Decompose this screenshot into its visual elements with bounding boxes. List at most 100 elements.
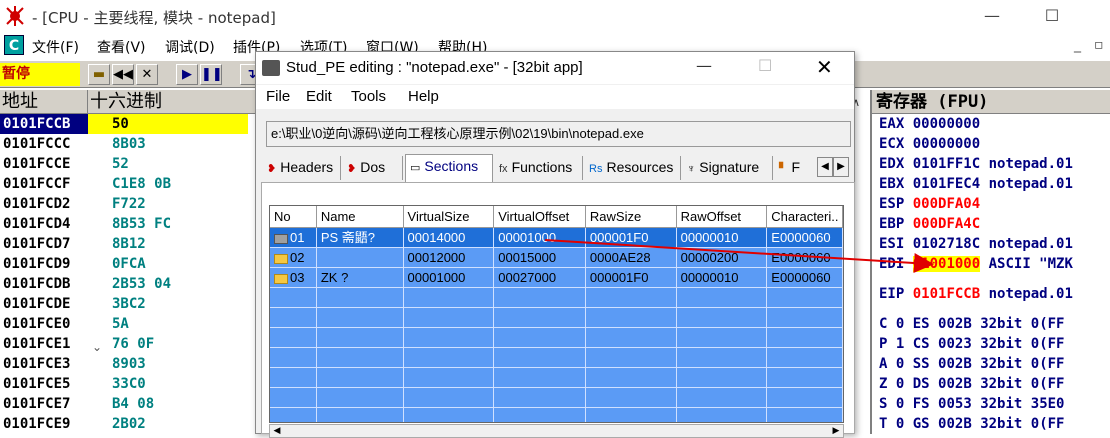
segment-flag: C 0 (879, 316, 905, 332)
register-row[interactable]: EDX 0101FF1C notepad.01 (872, 154, 1110, 174)
cpu-row[interactable]: 0101FCE9 2B02 (0, 414, 255, 434)
col-rawsize[interactable]: RawSize (586, 206, 677, 227)
open-folder-icon[interactable]: ▬ (88, 64, 110, 85)
hex-column-header[interactable]: 十六进制 (88, 90, 255, 113)
segment-seg: CS (912, 336, 930, 352)
segment-row[interactable]: S 0 FS 0053 32bit 35E0 (872, 394, 1110, 414)
olly-window-title: - [CPU - 主要线程, 模块 - notepad] (32, 9, 276, 27)
register-row[interactable]: EDI 01001000 ASCII "MZK (872, 254, 1110, 274)
folder-icon (274, 233, 288, 244)
cpu-row[interactable]: 0101FCD9 0FCA (0, 254, 255, 274)
cpu-disassembly-pane[interactable]: 地址 十六进制 0101FCCB 50 0101FCCC 8B03 0101FCCE 52… (0, 90, 255, 434)
cpu-row-address: 0101FCE1 (3, 336, 71, 352)
file-path-field[interactable]: e:\职业\0逆向\源码\逆向工程核心原理示例\02\19\bin\notepa… (266, 121, 851, 147)
tab-scroll-left-icon[interactable]: ◀ (817, 157, 833, 177)
tab-resources[interactable]: Rs Resources (585, 156, 681, 180)
close-icon[interactable]: ✕ (136, 64, 158, 85)
cpu-row[interactable]: 0101FCCB 50 (0, 114, 255, 134)
section-row[interactable]: 02 00012000 00015000 0000AE28 00000200 E00000… (270, 248, 843, 268)
studpe-close-icon[interactable]: ✕ (816, 55, 833, 79)
section-row[interactable]: 03 ZK ? 00001000 00027000 000001F0 00000010 E0… (270, 268, 843, 288)
studpe-menu-edit[interactable]: Edit (306, 88, 332, 105)
run-icon[interactable]: ▶ (176, 64, 198, 85)
col-virtualsize[interactable]: VirtualSize (404, 206, 495, 227)
tab-functions[interactable]: fx Functions (495, 156, 583, 180)
studpe-menu-tools[interactable]: Tools (351, 88, 386, 105)
col-characteristics[interactable]: Characteri.. (767, 206, 843, 227)
col-no[interactable]: No (270, 206, 317, 227)
cpu-row[interactable]: 0101FCDE 3BC2 (0, 294, 255, 314)
cpu-row[interactable]: 0101FCCF C1E8 0B (0, 174, 255, 194)
col-name[interactable]: Name (317, 206, 404, 227)
register-row[interactable]: EBP 000DFA4C (872, 214, 1110, 234)
tab-dos[interactable]: ❥ Dos (343, 156, 403, 180)
cpu-row[interactable]: 0101FCD7 8B12 (0, 234, 255, 254)
address-column-header[interactable]: 地址 (0, 90, 88, 113)
cpu-row[interactable]: 0101FCE5 33C0 (0, 374, 255, 394)
register-name: EBP (879, 216, 905, 232)
studpe-maximize-icon[interactable]: ☐ (758, 56, 772, 75)
register-row[interactable]: ECX 00000000 (872, 134, 1110, 154)
register-row[interactable]: ESI 0102718C notepad.01 (872, 234, 1110, 254)
cpu-row-address: 0101FCCB (0, 114, 88, 134)
segment-row[interactable]: Z 0 DS 002B 32bit 0(FF (872, 374, 1110, 394)
segment-row[interactable]: T 0 GS 002B 32bit 0(FF (872, 414, 1110, 434)
cpu-row[interactable]: 0101FCD4 8B53 FC (0, 214, 255, 234)
register-row[interactable]: EIP 0101FCCB notepad.01 (872, 284, 1110, 304)
cpu-row[interactable]: 0101FCE7 B4 08 (0, 394, 255, 414)
cpu-row-hex: F722 (112, 196, 146, 212)
mdi-minimize-icon[interactable]: _ (1074, 37, 1081, 53)
restart-icon[interactable]: ◀◀ (112, 64, 134, 85)
scroll-left-icon[interactable]: ◀ (270, 425, 284, 437)
studpe-menu-file[interactable]: File (266, 88, 290, 105)
register-name: EAX (879, 116, 905, 132)
cpu-row-hex: 0FCA (112, 256, 146, 272)
menu-file[interactable]: 文件(F) (32, 37, 79, 57)
tab-file[interactable]: ▘ F (775, 156, 815, 180)
section-characteristics: E0000060 (767, 248, 843, 267)
tab-scroll-right-icon[interactable]: ▶ (833, 157, 849, 177)
cpu-row[interactable]: 0101FCCC 8B03 (0, 134, 255, 154)
scroll-right-icon[interactable]: ▶ (829, 425, 843, 437)
section-rawoffset: 00000010 (677, 228, 768, 247)
segment-flag: T 0 (879, 416, 905, 432)
horizontal-scrollbar[interactable]: ◀ ▶ (269, 424, 844, 438)
tab-sections[interactable]: ▭ Sections (405, 154, 493, 182)
segment-row[interactable]: P 1 CS 0023 32bit 0(FF (872, 334, 1110, 354)
studpe-menu-help[interactable]: Help (408, 88, 439, 105)
register-row[interactable]: ESP 000DFA04 (872, 194, 1110, 214)
cpu-row-hex: 2B53 04 (112, 276, 172, 292)
menu-view[interactable]: 查看(V) (97, 37, 146, 57)
pause-icon[interactable]: ❚❚ (200, 64, 223, 85)
register-value: 00000000 (912, 136, 981, 152)
cpu-row[interactable]: 0101FCE0 5A (0, 314, 255, 334)
section-rawoffset: 00000200 (677, 248, 768, 267)
mdi-restore-icon[interactable]: ▫ (1094, 37, 1104, 53)
tab-signature[interactable]: ♆ Signature (683, 156, 773, 180)
minimize-icon[interactable]: — (982, 6, 1002, 25)
menu-debug[interactable]: 调试(D) (165, 37, 215, 57)
cpu-row-address: 0101FCD9 (3, 256, 71, 272)
cpu-row[interactable]: 0101FCCE 52 (0, 154, 255, 174)
segment-seg: ES (912, 316, 930, 332)
studpe-minimize-icon[interactable]: — (696, 56, 712, 75)
section-row[interactable]: 01 PS 斋鼯? 00014000 00001000 000001F0 00000010… (270, 228, 843, 248)
segment-row[interactable]: C 0 ES 002B 32bit 0(FF (872, 314, 1110, 334)
segment-row[interactable]: A 0 SS 002B 32bit 0(FF (872, 354, 1110, 374)
col-virtualoffset[interactable]: VirtualOffset (494, 206, 586, 227)
resources-icon: Rs (589, 163, 603, 175)
cpu-row[interactable]: 0101FCD2 F722 (0, 194, 255, 214)
maximize-icon[interactable]: ☐ (1042, 6, 1062, 25)
cpu-window-icon[interactable]: C (4, 35, 24, 55)
tab-headers[interactable]: ❥ Headers (263, 156, 341, 180)
sections-table[interactable]: No Name VirtualSize VirtualOffset RawSiz… (269, 205, 844, 423)
file-icon: ▘ (779, 163, 788, 175)
cpu-row[interactable]: 0101FCE1 76 0F (0, 334, 255, 354)
folder-icon (274, 253, 288, 264)
col-rawoffset[interactable]: RawOffset (677, 206, 768, 227)
register-row[interactable]: EBX 0101FEC4 notepad.01 (872, 174, 1110, 194)
register-row[interactable]: EAX 00000000 (872, 114, 1110, 134)
registers-pane[interactable]: 寄存器 (FPU) EAX 00000000 ECX 00000000 EDX … (870, 90, 1110, 434)
cpu-row[interactable]: 0101FCE3 8903 (0, 354, 255, 374)
cpu-row[interactable]: 0101FCDB 2B53 04 (0, 274, 255, 294)
